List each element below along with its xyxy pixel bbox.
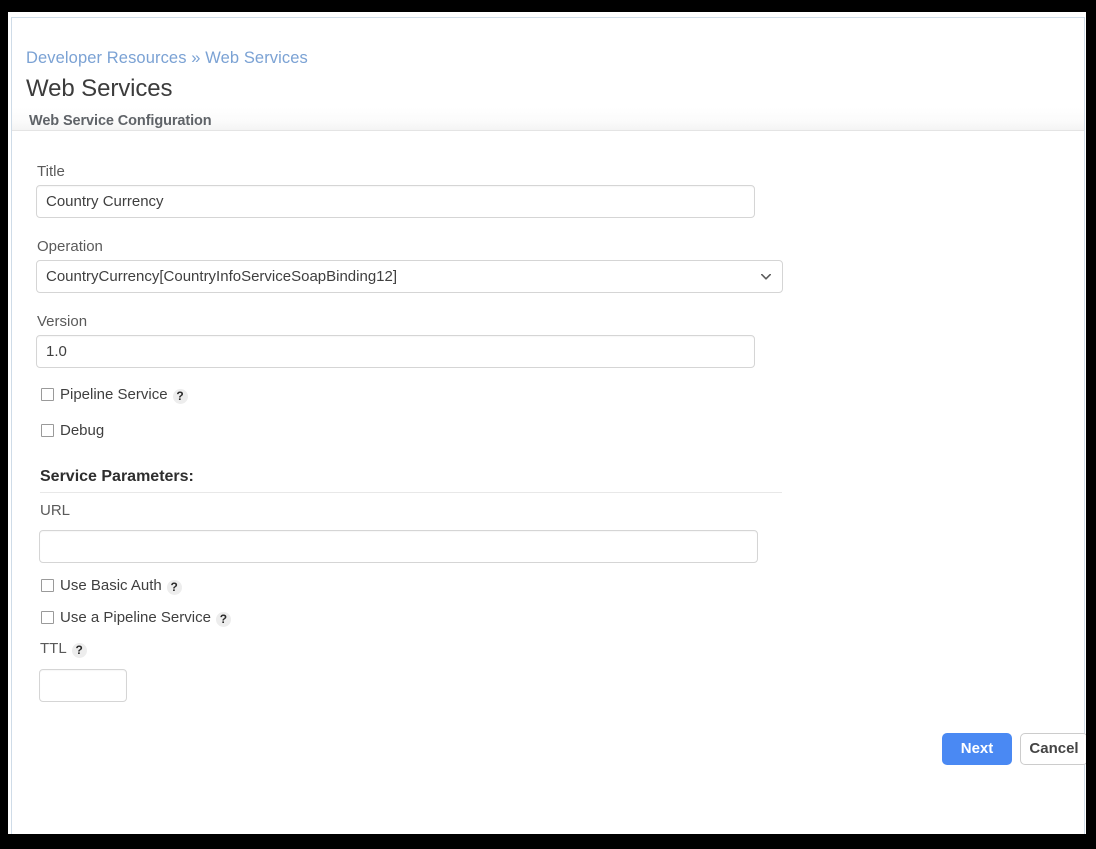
version-input[interactable] bbox=[36, 335, 755, 368]
breadcrumb-link-web-services[interactable]: Web Services bbox=[205, 49, 308, 67]
debug-label: Debug bbox=[60, 422, 105, 439]
use-basic-auth-checkbox[interactable] bbox=[41, 579, 54, 592]
help-icon-use-basic-auth[interactable]: ? bbox=[166, 580, 182, 595]
title-label: Title bbox=[37, 163, 65, 180]
debug-checkbox[interactable] bbox=[41, 424, 54, 437]
operation-select[interactable]: CountryCurrency[CountryInfoServiceSoapBi… bbox=[36, 260, 783, 293]
screenshot-frame: Developer Resources » Web Services Web S… bbox=[0, 0, 1096, 849]
help-icon-ttl[interactable]: ? bbox=[71, 643, 87, 658]
pipeline-service-checkbox-row[interactable]: Pipeline Service ? bbox=[41, 386, 188, 404]
use-basic-auth-checkbox-row[interactable]: Use Basic Auth ? bbox=[41, 577, 182, 595]
url-input[interactable] bbox=[39, 530, 758, 563]
help-icon-pipeline-service[interactable]: ? bbox=[172, 389, 188, 404]
breadcrumb-separator: » bbox=[191, 49, 201, 67]
use-pipeline-service-checkbox[interactable] bbox=[41, 611, 54, 624]
cancel-button[interactable]: Cancel bbox=[1020, 733, 1086, 765]
pipeline-service-label: Pipeline Service bbox=[60, 386, 168, 403]
form-body: Title Operation CountryCurrency[CountryI… bbox=[12, 132, 1086, 834]
debug-checkbox-row[interactable]: Debug bbox=[41, 422, 104, 439]
ttl-label-row: TTL ? bbox=[40, 640, 87, 658]
version-label: Version bbox=[37, 313, 88, 330]
use-basic-auth-label: Use Basic Auth bbox=[60, 577, 162, 594]
pipeline-service-checkbox[interactable] bbox=[41, 388, 54, 401]
use-pipeline-service-label: Use a Pipeline Service bbox=[60, 609, 211, 626]
breadcrumb-link-developer-resources[interactable]: Developer Resources bbox=[26, 49, 187, 67]
page-header: Developer Resources » Web Services Web S… bbox=[12, 18, 1084, 130]
next-button[interactable]: Next bbox=[942, 733, 1012, 765]
breadcrumb: Developer Resources » Web Services bbox=[26, 49, 308, 68]
service-parameters-divider bbox=[40, 492, 782, 493]
page-container: Developer Resources » Web Services Web S… bbox=[8, 12, 1086, 834]
ttl-input[interactable] bbox=[39, 669, 127, 702]
ttl-label: TTL bbox=[40, 640, 67, 657]
page-subtitle: Web Service Configuration bbox=[29, 113, 212, 129]
title-input[interactable] bbox=[36, 185, 755, 218]
service-parameters-heading: Service Parameters: bbox=[40, 468, 194, 485]
help-icon-use-pipeline-service[interactable]: ? bbox=[215, 612, 231, 627]
use-pipeline-service-checkbox-row[interactable]: Use a Pipeline Service ? bbox=[41, 609, 231, 627]
header-divider bbox=[12, 130, 1084, 131]
url-label: URL bbox=[40, 502, 71, 519]
page-title: Web Services bbox=[26, 75, 173, 102]
operation-label: Operation bbox=[37, 238, 103, 255]
operation-select-wrapper[interactable]: CountryCurrency[CountryInfoServiceSoapBi… bbox=[36, 260, 783, 293]
